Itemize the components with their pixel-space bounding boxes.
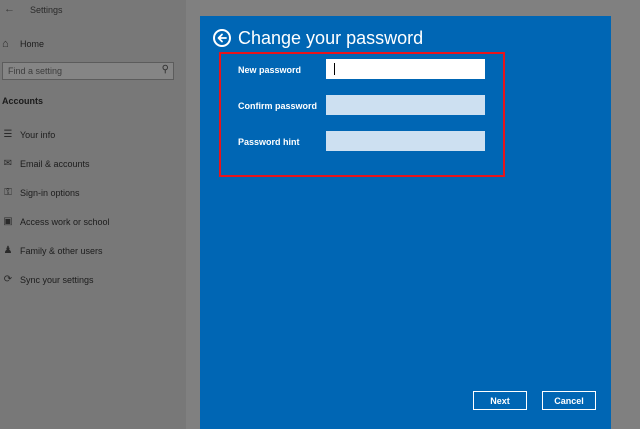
new-password-field[interactable] [326,59,485,79]
search-icon: ⚲ [161,64,169,75]
sidebar-item-your-info[interactable]: ☰ Your info [0,127,186,145]
sidebar-item-email-accounts[interactable]: ✉ Email & accounts [0,156,186,174]
dialog-title: Change your password [238,28,424,48]
home-label: Home [20,39,45,49]
title-bar: ← Settings [0,0,186,22]
sidebar-item-sync-settings[interactable]: ⟳ Sync your settings [0,272,186,290]
confirm-password-field[interactable] [326,95,485,115]
sidebar-item-label: Access work or school [20,217,110,227]
confirm-password-label: Confirm password [238,101,318,111]
cancel-button[interactable]: Cancel [542,391,596,410]
sidebar-item-sign-in-options[interactable]: ⚿ Sign-in options [0,185,186,203]
key-icon: ⚿ [4,187,12,198]
sidebar-item-family-users[interactable]: ♟ Family & other users [0,243,186,261]
back-arrow-icon[interactable]: ← [4,3,15,15]
sidebar-item-label: Email & accounts [20,159,90,169]
people-icon: ♟ [3,245,13,256]
new-password-label: New password [238,65,302,75]
next-button[interactable]: Next [473,391,527,410]
change-password-dialog: Change your password New password Confir… [200,16,611,429]
sidebar-item-label: Sync your settings [20,275,94,285]
person-card-icon: ☰ [3,129,13,140]
app-title: Settings [30,5,63,15]
sync-icon: ⟳ [3,274,13,285]
sidebar-item-label: Sign-in options [20,188,80,198]
home-nav-item[interactable]: ⌂ Home [0,36,186,54]
mail-icon: ✉ [3,158,13,169]
password-hint-label: Password hint [238,137,300,147]
search-input[interactable]: Find a setting ⚲ [2,62,174,80]
sidebar-item-access-work[interactable]: ▣ Access work or school [0,214,186,232]
sidebar-item-label: Family & other users [20,246,103,256]
search-placeholder: Find a setting [8,66,63,76]
section-title: Accounts [2,96,44,106]
back-arrow-icon [217,33,227,43]
text-caret [334,63,335,75]
password-hint-field[interactable] [326,131,485,151]
back-button[interactable] [213,29,231,47]
home-icon: ⌂ [2,38,9,50]
settings-sidebar: ← Settings ⌂ Home Find a setting ⚲ Accou… [0,0,186,429]
briefcase-icon: ▣ [3,216,13,227]
sidebar-item-label: Your info [20,130,56,140]
